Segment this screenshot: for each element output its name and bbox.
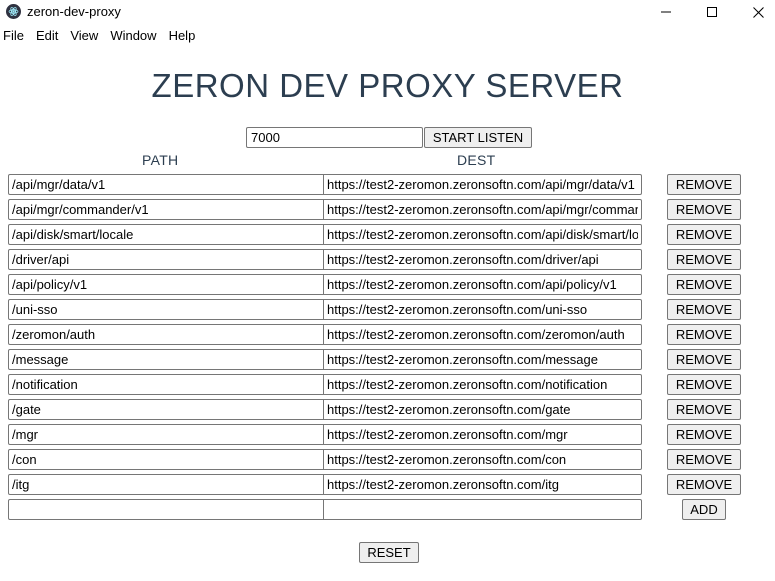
menu-file[interactable]: File	[0, 26, 32, 46]
route-dest-input[interactable]	[323, 299, 642, 320]
new-path-input[interactable]	[8, 499, 324, 520]
remove-route-button[interactable]: REMOVE	[667, 224, 741, 245]
route-path-input[interactable]	[8, 349, 324, 370]
path-column-header: PATH	[142, 152, 179, 168]
new-route-row: ADD	[0, 498, 775, 523]
route-dest-input[interactable]	[323, 324, 642, 345]
menu-edit[interactable]: Edit	[32, 26, 66, 46]
remove-route-button[interactable]: REMOVE	[667, 199, 741, 220]
remove-route-button[interactable]: REMOVE	[667, 424, 741, 445]
add-route-button[interactable]: ADD	[682, 499, 726, 520]
port-input[interactable]	[246, 127, 423, 148]
title-bar: zeron-dev-proxy	[0, 0, 775, 24]
route-dest-input[interactable]	[323, 224, 642, 245]
route-path-input[interactable]	[8, 374, 324, 395]
page-title: ZERON DEV PROXY SERVER	[151, 67, 624, 104]
route-dest-input[interactable]	[323, 349, 642, 370]
route-row: REMOVE	[0, 398, 775, 423]
remove-route-button[interactable]: REMOVE	[667, 399, 741, 420]
remove-route-button[interactable]: REMOVE	[667, 299, 741, 320]
remove-route-button[interactable]: REMOVE	[667, 449, 741, 470]
start-listen-button[interactable]: START LISTEN	[424, 127, 532, 148]
route-path-input[interactable]	[8, 449, 324, 470]
route-dest-input[interactable]	[323, 449, 642, 470]
close-icon[interactable]	[735, 0, 775, 24]
route-path-input[interactable]	[8, 199, 324, 220]
route-path-input[interactable]	[8, 174, 324, 195]
route-row: REMOVE	[0, 198, 775, 223]
route-path-input[interactable]	[8, 424, 324, 445]
route-dest-input[interactable]	[323, 274, 642, 295]
route-row: REMOVE	[0, 348, 775, 373]
menu-help[interactable]: Help	[165, 26, 204, 46]
route-row: REMOVE	[0, 473, 775, 498]
route-dest-input[interactable]	[323, 199, 642, 220]
route-row: REMOVE	[0, 373, 775, 398]
route-row: REMOVE	[0, 423, 775, 448]
dest-column-header: DEST	[457, 152, 496, 168]
new-dest-input[interactable]	[323, 499, 642, 520]
remove-route-button[interactable]: REMOVE	[667, 374, 741, 395]
minimize-icon[interactable]	[643, 0, 689, 24]
route-path-input[interactable]	[8, 224, 324, 245]
route-dest-input[interactable]	[323, 249, 642, 270]
route-dest-input[interactable]	[323, 374, 642, 395]
remove-route-button[interactable]: REMOVE	[667, 249, 741, 270]
remove-route-button[interactable]: REMOVE	[667, 324, 741, 345]
window-title: zeron-dev-proxy	[27, 4, 121, 19]
route-dest-input[interactable]	[323, 174, 642, 195]
route-row: REMOVE	[0, 273, 775, 298]
route-dest-input[interactable]	[323, 424, 642, 445]
reset-button[interactable]: RESET	[359, 542, 419, 563]
maximize-icon[interactable]	[689, 0, 735, 24]
remove-route-button[interactable]: REMOVE	[667, 349, 741, 370]
route-row: REMOVE	[0, 248, 775, 273]
electron-app-icon	[6, 4, 21, 19]
route-row: REMOVE	[0, 173, 775, 198]
route-path-input[interactable]	[8, 324, 324, 345]
remove-route-button[interactable]: REMOVE	[667, 274, 741, 295]
route-row: REMOVE	[0, 298, 775, 323]
route-path-input[interactable]	[8, 474, 324, 495]
menu-view[interactable]: View	[66, 26, 106, 46]
menu-window[interactable]: Window	[106, 26, 164, 46]
route-path-input[interactable]	[8, 274, 324, 295]
route-path-input[interactable]	[8, 299, 324, 320]
route-row: REMOVE	[0, 448, 775, 473]
remove-route-button[interactable]: REMOVE	[667, 174, 741, 195]
menu-bar: File Edit View Window Help	[0, 26, 203, 46]
route-row: REMOVE	[0, 223, 775, 248]
route-dest-input[interactable]	[323, 399, 642, 420]
route-path-input[interactable]	[8, 399, 324, 420]
route-path-input[interactable]	[8, 249, 324, 270]
route-row: REMOVE	[0, 323, 775, 348]
route-dest-input[interactable]	[323, 474, 642, 495]
remove-route-button[interactable]: REMOVE	[667, 474, 741, 495]
